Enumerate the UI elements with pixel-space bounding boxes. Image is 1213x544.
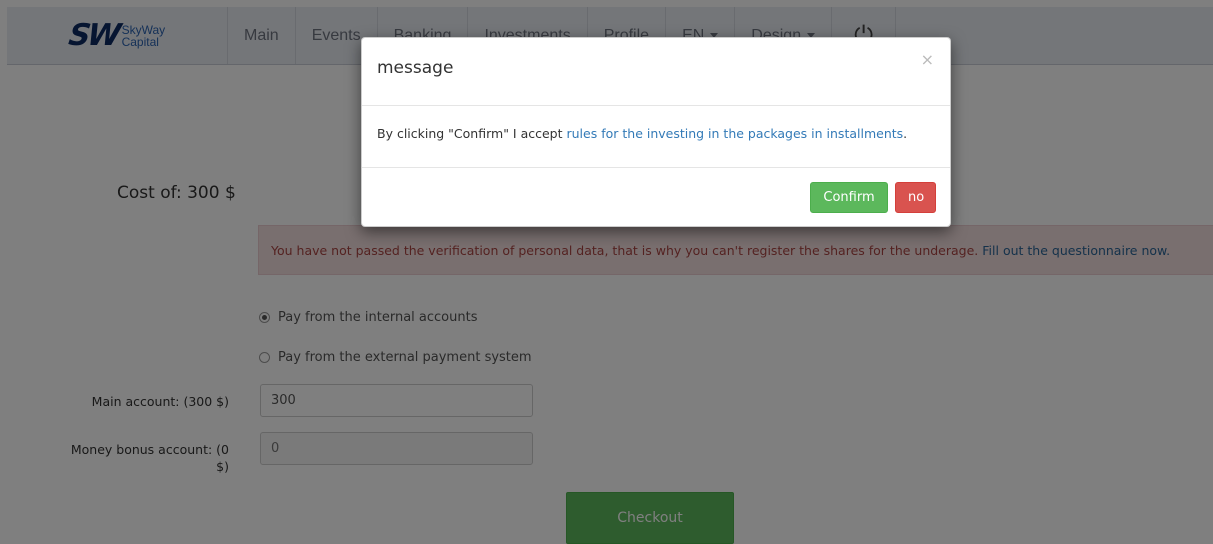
modal-footer: Confirm no: [362, 168, 950, 226]
close-icon[interactable]: ×: [921, 50, 934, 69]
modal-header: message ×: [362, 38, 950, 106]
message-modal: message × By clicking "Confirm" I accept…: [361, 37, 951, 227]
rules-link[interactable]: rules for the investing in the packages …: [567, 126, 904, 141]
no-button[interactable]: no: [895, 181, 936, 213]
modal-body: By clicking "Confirm" I accept rules for…: [362, 106, 950, 168]
modal-body-text: By clicking "Confirm" I accept: [377, 126, 563, 141]
confirm-button[interactable]: Confirm: [810, 181, 888, 213]
modal-title: message: [377, 58, 454, 78]
modal-body-end: .: [903, 126, 908, 141]
